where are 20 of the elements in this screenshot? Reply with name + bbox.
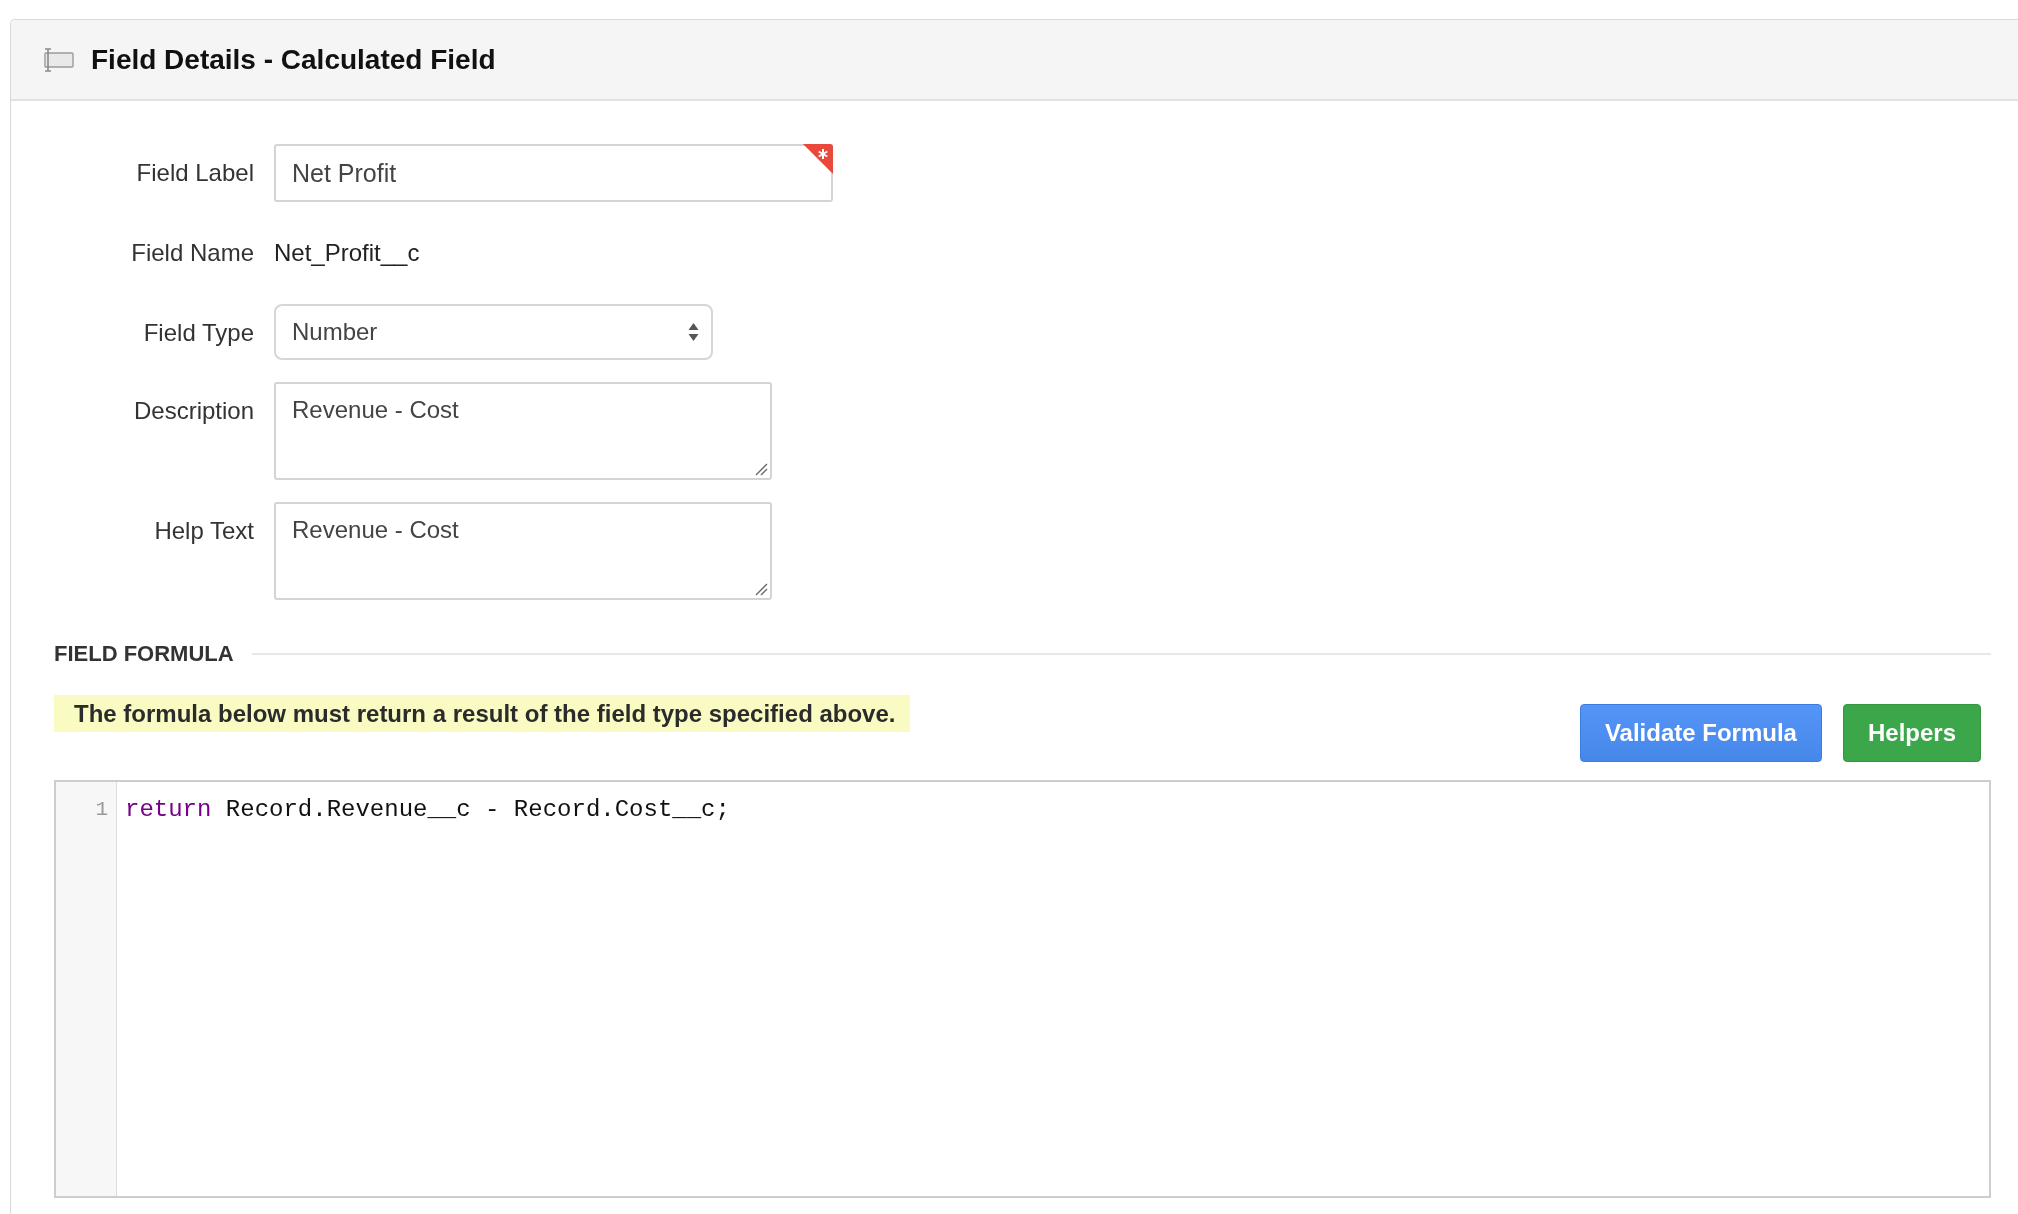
panel-title: Field Details - Calculated Field [91,42,496,77]
field-value: Net_Profit__c [274,238,420,268]
field-label: Field Label [136,158,254,188]
textarea-field[interactable]: Revenue - Cost [274,502,772,600]
select-dropdown[interactable]: Number [274,304,713,360]
section-heading: FIELD FORMULA [54,640,234,668]
code-line: return Record.Revenue__c - Record.Cost__c; [125,796,730,824]
textarea-field[interactable]: Revenue - Cost [274,382,772,480]
notice-text: The formula below must return a result of the field type specified above. [54,695,911,732]
field-label: Help Text [154,516,254,546]
field-label: Field Type [143,318,254,348]
line-number: 1 [95,797,108,823]
field-label: Description [133,396,254,426]
resize-grip-icon [755,583,768,596]
updown-caret-icon [688,322,699,342]
field-label: Field Name [131,238,254,268]
resize-grip-icon [755,463,768,476]
text-input[interactable]: Net Profit [274,144,833,202]
text-field-icon [42,47,74,72]
code-editor[interactable]: 1 return Record.Revenue__c - Record.Cost__c; [54,780,1991,1198]
